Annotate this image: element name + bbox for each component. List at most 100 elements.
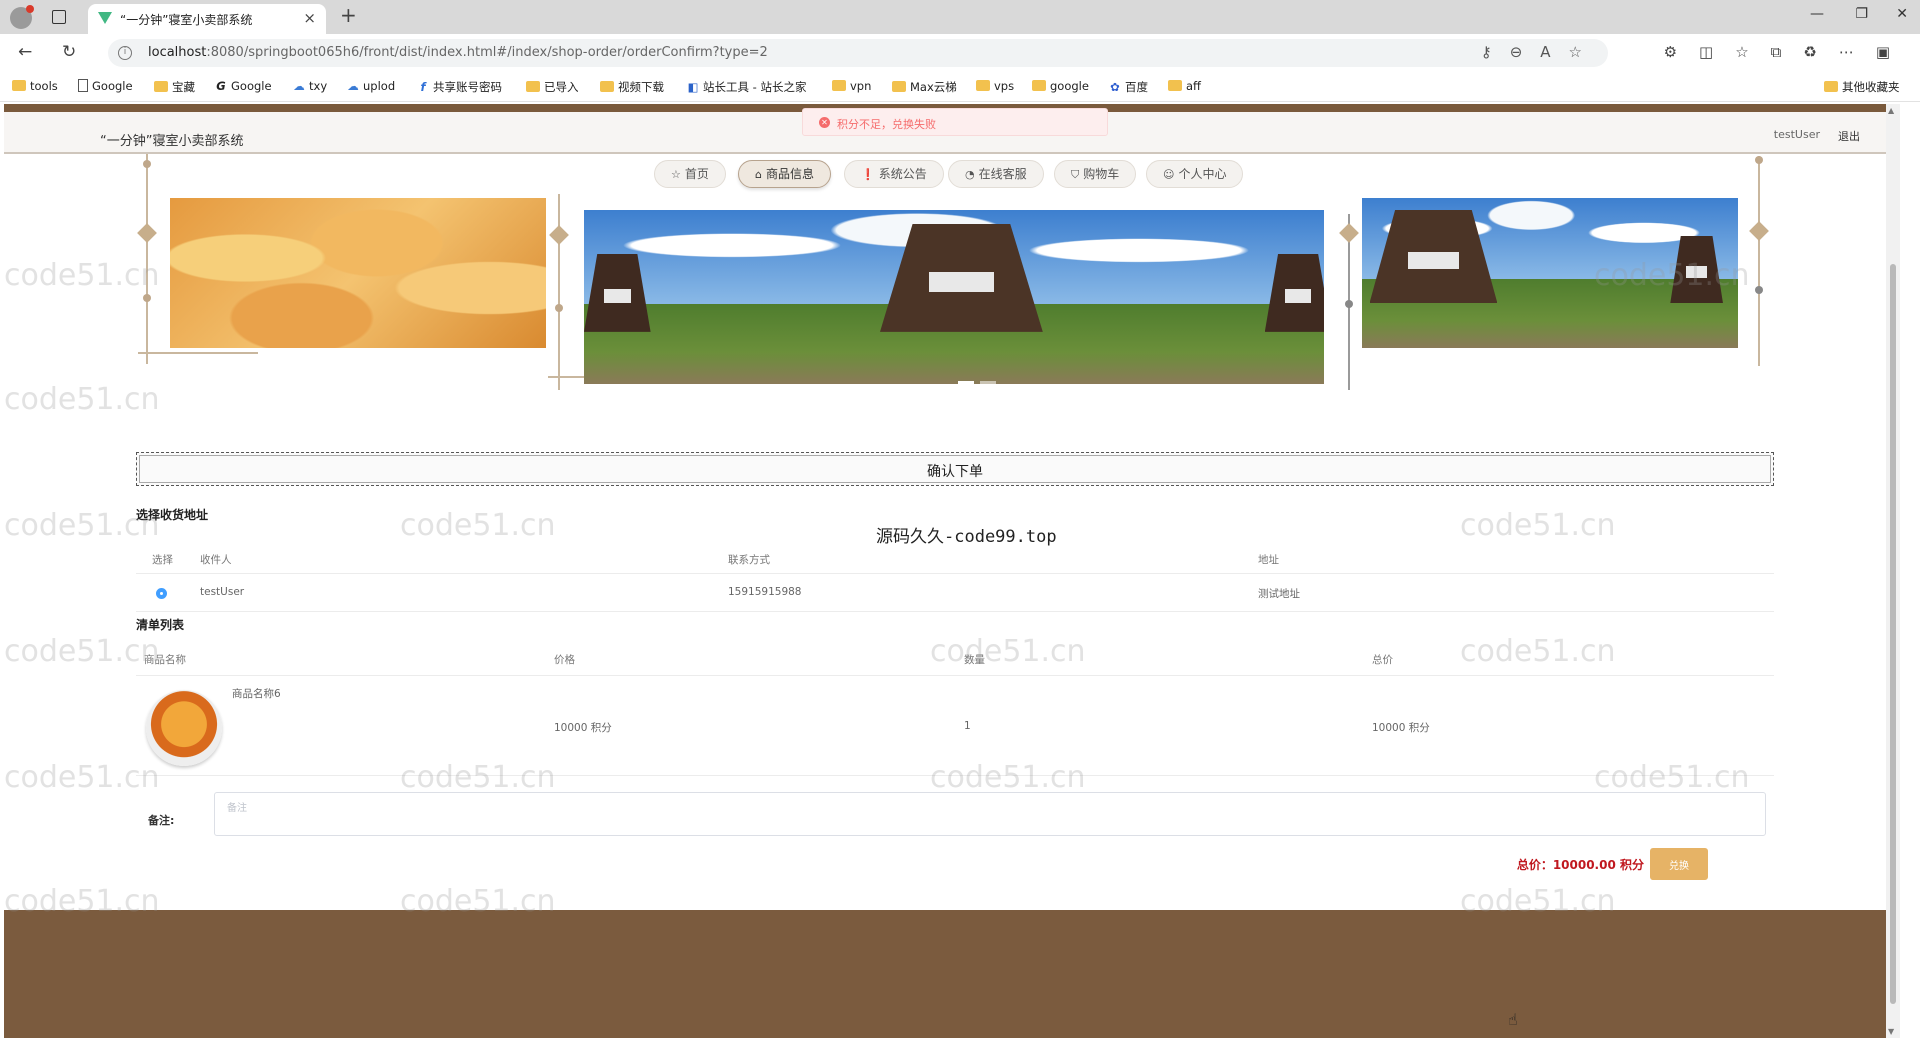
- nav-label: 系统公告: [878, 167, 927, 181]
- nav-home[interactable]: ☆ 首页: [654, 160, 726, 188]
- decor-line: [138, 352, 258, 354]
- exchange-button[interactable]: 兑换: [1650, 848, 1708, 880]
- browser-tools-icons[interactable]: ⚙◫☆⧉♻⋯▣: [1664, 43, 1912, 61]
- bookmark-item[interactable]: Google: [78, 79, 133, 93]
- browser-tab-bar: “一分钟”寝室小卖部系统 × + — ❐ ✕: [0, 0, 1920, 34]
- restore-icon[interactable]: ❐: [1855, 6, 1868, 22]
- product-name: 商品名称6: [232, 688, 281, 700]
- watermark: code51.cn: [400, 508, 556, 543]
- windmill-side-image: [1362, 198, 1738, 348]
- profile-icon[interactable]: [10, 5, 34, 29]
- address-table-header: 选择 收件人 联系方式 地址: [136, 544, 1774, 574]
- bookmark-item[interactable]: google: [1032, 79, 1089, 93]
- watermark: code51.cn: [1460, 508, 1616, 543]
- error-icon: ✕: [819, 117, 830, 128]
- tab-actions-icon[interactable]: [52, 10, 66, 24]
- remark-input[interactable]: [214, 792, 1766, 836]
- decor-dot: [1345, 300, 1353, 308]
- refresh-icon[interactable]: ↻: [62, 42, 76, 62]
- address-row[interactable]: testUser 15915915988 测试地址: [136, 574, 1774, 612]
- site-info-icon[interactable]: i: [118, 46, 132, 60]
- page-icon: [78, 79, 88, 92]
- col-contact: 联系方式: [728, 554, 770, 566]
- alert-icon: ❗: [861, 168, 875, 181]
- close-tab-icon[interactable]: ×: [303, 9, 316, 27]
- receiver-name: testUser: [200, 586, 245, 598]
- share-icon: f: [420, 80, 426, 94]
- col-receiver: 收件人: [200, 554, 232, 566]
- product-price: 10000 积分: [554, 722, 612, 734]
- url-actions-icons[interactable]: ⚷⊖A☆: [1481, 43, 1600, 61]
- address-section-title: 选择收货地址: [136, 508, 209, 522]
- scroll-thumb[interactable]: [1890, 264, 1896, 1004]
- browser-tab[interactable]: “一分钟”寝室小卖部系统 ×: [88, 4, 326, 34]
- nav-cart[interactable]: ⛉ 购物车: [1054, 160, 1137, 188]
- bookmark-item[interactable]: G Google: [214, 79, 271, 93]
- close-window-icon[interactable]: ✕: [1896, 6, 1908, 22]
- home-icon: ⌂: [755, 168, 762, 181]
- bookmark-item[interactable]: 视频下载: [600, 79, 664, 95]
- product-total: 10000 积分: [1372, 722, 1430, 734]
- bookmark-item[interactable]: ✿ 百度: [1108, 79, 1148, 95]
- confirm-order-header: 确认下单: [136, 452, 1774, 486]
- logout-link[interactable]: 退出: [1838, 128, 1860, 144]
- bookmark-item[interactable]: vpn: [832, 79, 871, 93]
- chips-image: [170, 198, 546, 348]
- nav-products[interactable]: ⌂ 商品信息: [738, 160, 831, 188]
- bookmark-item[interactable]: 已导入: [526, 79, 579, 95]
- product-image: [146, 690, 222, 766]
- cloud-icon: ☁: [293, 79, 305, 93]
- col-product-name: 商品名称: [144, 654, 186, 666]
- bookmarks-bar: tools Google 宝藏 G Google ☁ txy ☁ uplod f 共享账…: [0, 72, 1920, 102]
- decor-line: [146, 154, 148, 364]
- nav-customer-service[interactable]: ◔ 在线客服: [948, 160, 1044, 188]
- bookmark-item[interactable]: ◧ 站长工具 - 站长之家: [686, 79, 807, 95]
- decor-dot: [1755, 156, 1763, 164]
- folder-icon: [1032, 80, 1046, 91]
- minimize-icon[interactable]: —: [1810, 6, 1824, 22]
- decor-diamond: [137, 223, 157, 243]
- bookmark-item[interactable]: aff: [1168, 79, 1201, 93]
- windmill-main-image[interactable]: [584, 210, 1324, 384]
- folder-icon: [832, 80, 846, 91]
- folder-icon: [526, 81, 540, 92]
- cart-icon: ⛉: [1071, 168, 1080, 181]
- item-table-header: 商品名称 价格 数量 总价: [136, 642, 1774, 676]
- folder-icon: [892, 81, 906, 92]
- scroll-down-icon[interactable]: ▼: [1888, 1027, 1894, 1036]
- chat-icon: ◔: [965, 168, 975, 181]
- nav-label: 在线客服: [978, 167, 1027, 181]
- confirm-order-title: 确认下单: [927, 464, 983, 480]
- back-icon[interactable]: ←: [18, 42, 32, 62]
- folder-icon: [1168, 80, 1182, 91]
- nav-announcements[interactable]: ❗ 系统公告: [844, 160, 944, 188]
- bookmark-item[interactable]: tools: [12, 79, 58, 93]
- carousel-dot[interactable]: [980, 381, 996, 387]
- bookmark-item[interactable]: ☁ txy: [292, 79, 327, 93]
- nav-profile[interactable]: ☺ 个人中心: [1146, 160, 1244, 188]
- receiver-phone: 15915915988: [728, 586, 802, 598]
- current-user: testUser: [1773, 128, 1820, 141]
- bookmark-item[interactable]: vps: [976, 79, 1014, 93]
- other-bookmarks[interactable]: 其他收藏夹: [1824, 79, 1900, 95]
- scroll-up-icon[interactable]: ▲: [1888, 106, 1894, 115]
- remark-label: 备注:: [148, 814, 175, 827]
- page-scrollbar[interactable]: ▲ ▼: [1886, 104, 1900, 1038]
- url-field[interactable]: i localhost:8080/springboot065h6/front/d…: [108, 39, 1608, 67]
- folder-icon: [1824, 81, 1838, 92]
- bookmark-item[interactable]: ☁ uplod: [346, 79, 395, 93]
- carousel-dot[interactable]: [958, 381, 974, 387]
- order-total: 总价：10000.00 积分: [1516, 858, 1644, 872]
- pointer-cursor-icon: ☝: [1508, 1010, 1518, 1029]
- nav-label: 购物车: [1083, 167, 1120, 181]
- address-radio[interactable]: [156, 588, 167, 599]
- bookmark-item[interactable]: 宝藏: [154, 79, 195, 95]
- bookmark-item[interactable]: f 共享账号密码: [416, 79, 502, 95]
- bookmark-item[interactable]: Max云梯: [892, 79, 957, 95]
- decor-diamond: [1749, 221, 1769, 241]
- col-total: 总价: [1372, 654, 1393, 666]
- new-tab-icon[interactable]: +: [340, 3, 357, 27]
- col-select: 选择: [152, 554, 173, 566]
- star-icon: ☆: [671, 168, 681, 181]
- carousel-indicators: [958, 376, 1002, 390]
